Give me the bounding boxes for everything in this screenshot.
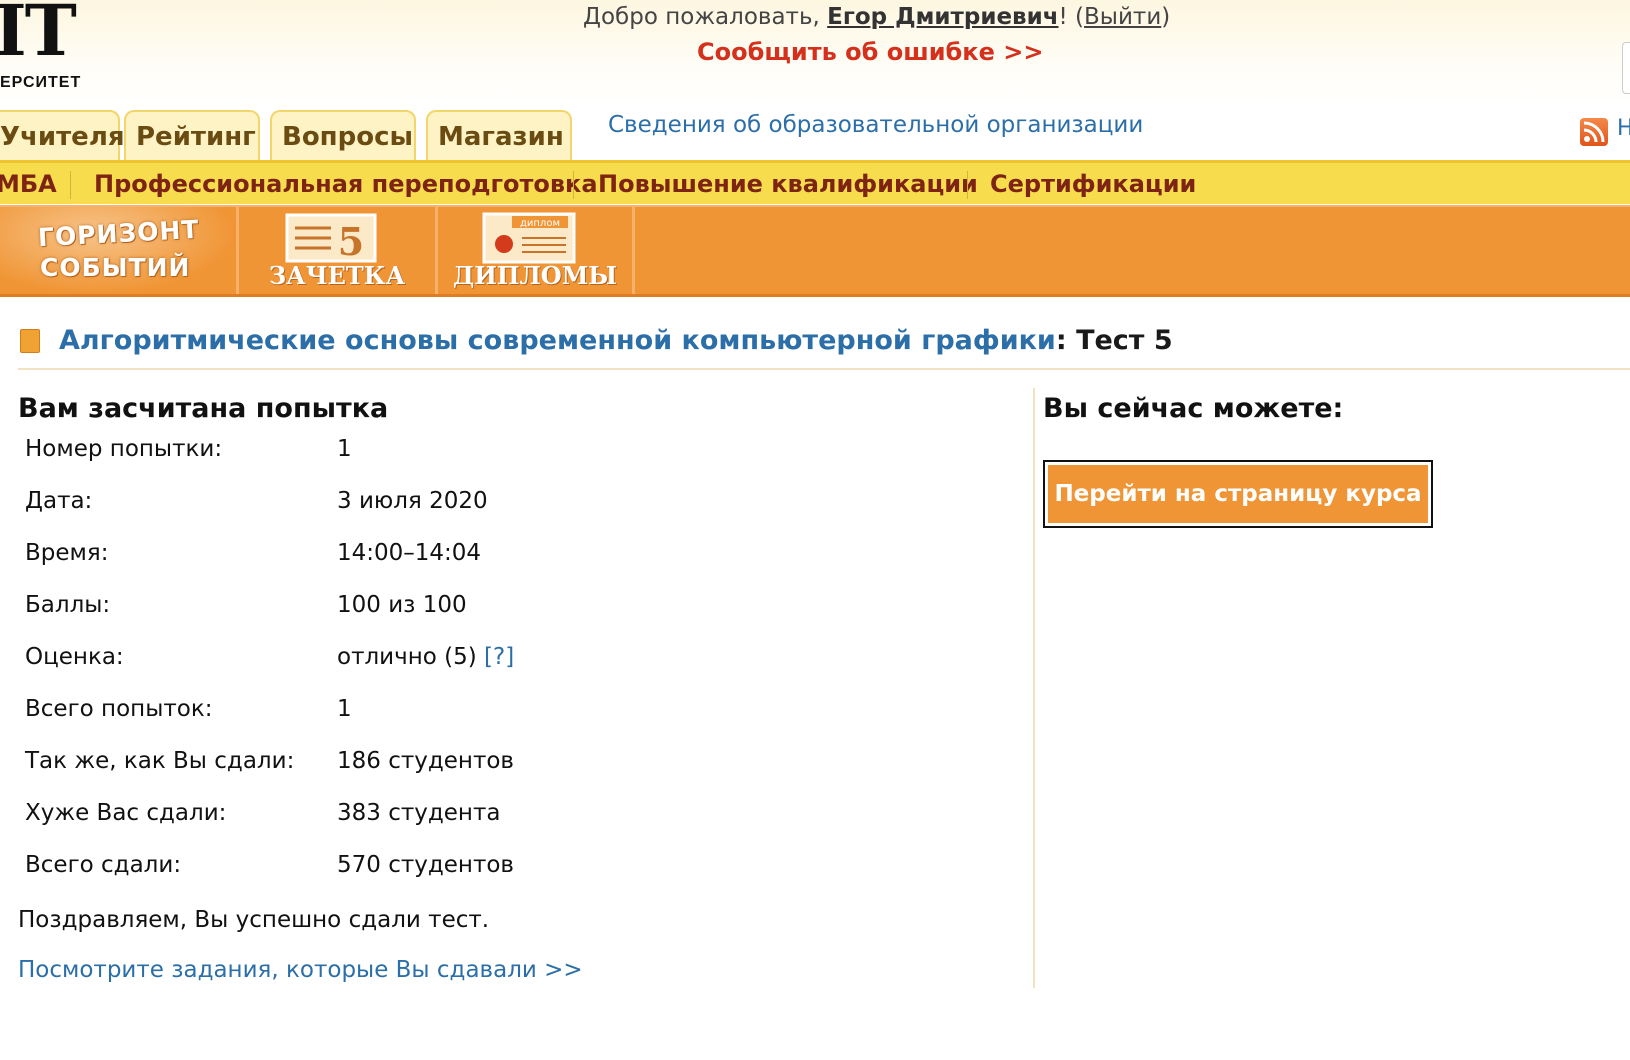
org-info-link[interactable]: Сведения об образовательной организации: [608, 112, 1143, 138]
tab-shop[interactable]: Магазин: [426, 110, 572, 160]
worse-result-value: 383 студента: [337, 800, 501, 826]
horizon-line2: СОБЫТИЙ: [40, 253, 191, 282]
gradebook-grade: 5: [338, 219, 364, 264]
right-cut-link[interactable]: Н: [1617, 116, 1630, 141]
attempt-number-value: 1: [337, 436, 352, 462]
worse-result-label: Хуже Вас сдали:: [25, 800, 227, 826]
attempt-heading: Вам засчитана попытка: [18, 393, 389, 424]
horizon-events-banner[interactable]: ГОРИЗОНТ СОБЫТИЙ: [0, 207, 236, 294]
diploma-badge-text: диплом: [520, 218, 560, 229]
score-label: Баллы:: [25, 592, 111, 618]
score-value: 100 из 100: [337, 592, 467, 618]
congrats-message: Поздравляем, Вы успешно сдали тест.: [18, 907, 490, 933]
welcome-message: Добро пожаловать, Егор Дмитриевич! (Выйт…: [583, 4, 1170, 30]
search-box-edge[interactable]: [1622, 42, 1630, 94]
tab-questions[interactable]: Вопросы: [270, 110, 416, 160]
site-logo[interactable]: IT: [0, 0, 77, 66]
go-to-course-button[interactable]: Перейти на страницу курса: [1043, 460, 1433, 528]
diplomas-button[interactable]: диплом ДИПЛОМЫ: [438, 207, 632, 294]
date-label: Дата:: [25, 488, 93, 514]
nav-separator: [70, 171, 71, 199]
view-tasks-link[interactable]: Посмотрите задания, которые Вы сдавали >…: [18, 957, 583, 983]
total-passed-value: 570 студентов: [337, 852, 514, 878]
nav-professional-retraining[interactable]: Профессиональная переподготовка: [94, 170, 598, 198]
welcome-prefix: Добро пожаловать,: [583, 4, 828, 30]
nav-certifications[interactable]: Сертификации: [990, 170, 1196, 198]
gradebook-label: ЗАЧЕТКА: [268, 261, 406, 290]
book-icon: [20, 329, 40, 353]
welcome-mid: ! (: [1058, 4, 1085, 30]
nav-mba[interactable]: МБА: [0, 170, 57, 198]
welcome-suffix: ): [1161, 4, 1171, 30]
site-logo-caption: ЕРСИТЕТ: [0, 74, 82, 91]
horizon-line1: ГОРИЗОНТ: [37, 214, 201, 253]
grade-label: Оценка:: [25, 644, 124, 670]
total-passed-label: Всего сдали:: [25, 852, 182, 878]
actions-heading: Вы сейчас можете:: [1043, 393, 1344, 424]
attempt-number-label: Номер попытки:: [25, 436, 223, 462]
services-divider: [632, 207, 635, 294]
same-result-value: 186 студентов: [337, 748, 514, 774]
rss-icon[interactable]: [1580, 118, 1608, 146]
grade-text: отлично (5): [337, 644, 485, 670]
title-divider: [18, 368, 1630, 370]
nav-separator: [573, 171, 574, 199]
gradebook-button[interactable]: 5 ЗАЧЕТКА: [239, 207, 435, 294]
user-name-link[interactable]: Егор Дмитриевич: [827, 4, 1058, 30]
total-attempts-value: 1: [337, 696, 352, 722]
same-result-label: Так же, как Вы сдали:: [25, 748, 295, 774]
time-value: 14:00–14:04: [337, 540, 482, 566]
nav-advanced-training[interactable]: Повышение квалификации: [598, 170, 978, 198]
grade-help-link[interactable]: [?]: [484, 644, 514, 670]
go-to-course-label: Перейти на страницу курса: [1048, 465, 1428, 523]
tab-teachers[interactable]: Учителя: [0, 110, 125, 160]
nav-separator: [967, 171, 968, 199]
date-value: 3 июля 2020: [337, 488, 488, 514]
test-name: Тест 5: [1076, 325, 1173, 356]
services-nav: ГОРИЗОНТ СОБЫТИЙ 5 ЗАЧЕТКА диплом ДИПЛОМ…: [0, 205, 1630, 297]
time-label: Время:: [25, 540, 109, 566]
program-nav: МБА Профессиональная переподготовка Повы…: [0, 160, 1630, 204]
diplomas-label: ДИПЛОМЫ: [452, 261, 618, 290]
page-title: Алгоритмические основы современной компь…: [59, 325, 1173, 356]
title-separator: :: [1055, 325, 1077, 356]
logout-link[interactable]: Выйти: [1084, 4, 1161, 30]
course-link[interactable]: Алгоритмические основы современной компь…: [59, 325, 1056, 356]
total-attempts-label: Всего попыток:: [25, 696, 213, 722]
diploma-icon: диплом: [482, 212, 576, 264]
column-divider: [1033, 388, 1035, 988]
report-error-link[interactable]: Сообщить об ошибке >>: [697, 38, 1043, 66]
site-header: IT ЕРСИТЕТ Добро пожаловать, Егор Дмитри…: [0, 0, 1630, 108]
gradebook-icon: 5: [285, 213, 377, 264]
grade-value: отлично (5) [?]: [337, 644, 514, 670]
tab-rating[interactable]: Рейтинг: [124, 110, 260, 160]
